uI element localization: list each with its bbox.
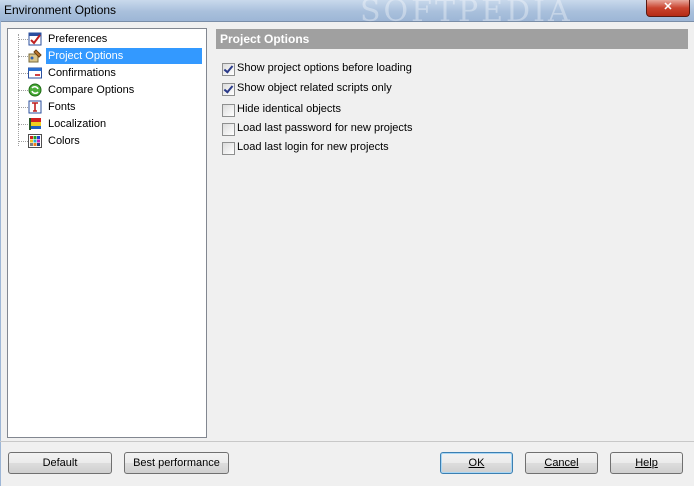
panel-header: Project Options [216,29,688,49]
option-label[interactable]: Show project options before loading [237,62,412,74]
checkbox[interactable] [222,83,235,96]
localization-icon [29,118,41,130]
tree-item-label: Confirmations [48,67,116,79]
tree-item-label: Project Options [46,48,202,64]
option-label[interactable]: Show object related scripts only [237,82,392,94]
tree-item-label: Localization [48,118,107,130]
checkbox[interactable] [222,104,235,117]
colors-icon [28,134,42,148]
ok-button-label: OK [468,457,485,469]
preferences-icon [28,32,42,46]
window-title: Environment Options [4,3,117,17]
ok-button[interactable]: OK [440,452,513,474]
default-button[interactable]: Default [8,452,112,474]
best-performance-button-label: Best performance [133,457,220,469]
cancel-button-label: Cancel [544,457,579,469]
help-button-label: Help [635,457,658,469]
tree-item-label: Colors [48,135,80,147]
tree-item-label: Fonts [48,101,76,113]
options-tree[interactable]: Preferences Project Options Confirmation… [7,28,207,438]
option-label[interactable]: Load last login for new projects [237,141,389,153]
checkbox[interactable] [222,142,235,155]
close-button[interactable]: ✕ [646,0,690,17]
checkbox[interactable] [222,63,235,76]
compare-options-icon [28,83,42,97]
best-performance-button[interactable]: Best performance [124,452,229,474]
tree-item-label: Preferences [48,33,108,45]
close-icon: ✕ [663,1,673,13]
option-label[interactable]: Load last password for new projects [237,122,412,134]
option-label[interactable]: Hide identical objects [237,103,341,115]
confirmations-icon [28,67,42,79]
project-options-icon [28,49,42,63]
title-bar[interactable]: Environment Options SOFTPEDIA ✕ [0,0,694,29]
fonts-icon [28,100,42,114]
tree-item-label: Compare Options [48,84,135,96]
cancel-button[interactable]: Cancel [525,452,598,474]
default-button-label: Default [42,457,78,469]
checkbox[interactable] [222,123,235,136]
button-bar-separator [0,441,694,442]
help-button[interactable]: Help [610,452,683,474]
